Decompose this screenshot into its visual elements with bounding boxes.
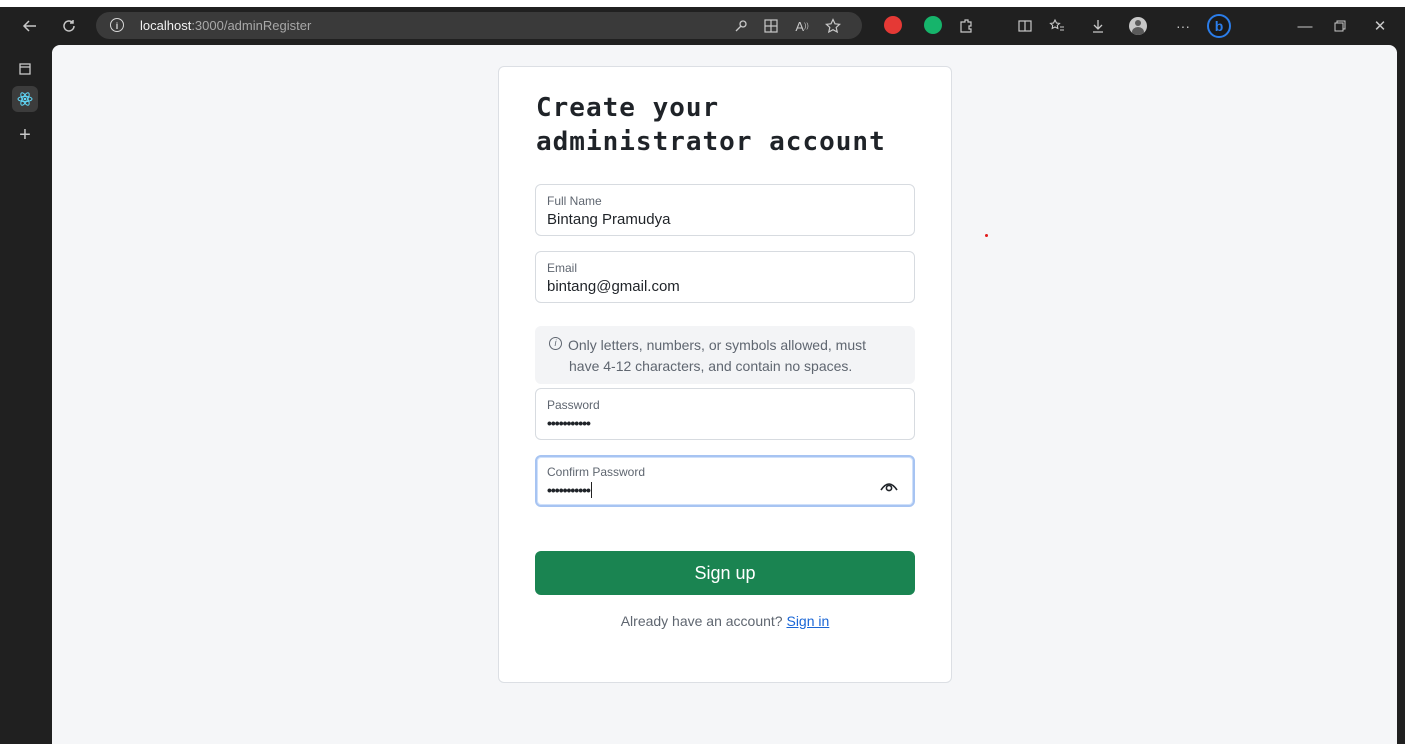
confirm-password-value: ••••••••••• — [547, 482, 591, 498]
fullname-input[interactable]: Bintang Pramudya — [547, 211, 670, 228]
apps-icon[interactable] — [758, 13, 784, 39]
info-icon[interactable]: i — [110, 18, 124, 32]
password-field[interactable]: Password ••••••••••• — [535, 388, 915, 440]
email-input[interactable]: bintang@gmail.com — [547, 278, 680, 295]
confirm-password-field[interactable]: Confirm Password ••••••••••• — [535, 455, 915, 507]
page-title: Create your administrator account — [536, 91, 916, 159]
key-icon[interactable] — [728, 13, 754, 39]
extension-red-icon[interactable] — [884, 16, 902, 34]
minimize-icon[interactable]: — — [1290, 13, 1320, 39]
signin-prompt: Already have an account? Sign in — [535, 613, 915, 629]
url-host: localhost — [140, 18, 192, 33]
text-caret — [590, 482, 592, 498]
hint-line-2: have 4-12 characters, and contain no spa… — [569, 358, 853, 374]
more-menu-icon[interactable]: ··· — [1170, 13, 1196, 39]
cursor-dot — [985, 234, 988, 237]
signin-prompt-text: Already have an account? — [620, 613, 783, 629]
new-tab-plus-icon[interactable]: + — [12, 122, 38, 148]
confirm-password-label: Confirm Password — [547, 465, 646, 479]
signin-link[interactable]: Sign in — [786, 613, 829, 629]
info-icon: i — [549, 337, 562, 350]
fullname-field[interactable]: Full Name Bintang Pramudya — [535, 184, 915, 236]
favorites-icon[interactable] — [1044, 13, 1070, 39]
close-icon[interactable]: ✕ — [1365, 13, 1395, 39]
password-label: Password — [547, 398, 600, 412]
back-arrow-icon[interactable] — [17, 13, 43, 39]
email-label: Email — [547, 261, 578, 275]
title-line-2: administrator account — [536, 127, 886, 157]
grammarly-icon[interactable] — [924, 16, 942, 34]
url-text[interactable]: localhost:3000/adminRegister — [140, 18, 311, 33]
hint-text: Only letters, numbers, or symbols allowe… — [568, 335, 888, 377]
restore-icon[interactable] — [1325, 13, 1355, 39]
password-input[interactable]: ••••••••••• — [547, 415, 591, 431]
confirm-password-input[interactable]: ••••••••••• — [547, 482, 592, 498]
password-hint: i Only letters, numbers, or symbols allo… — [535, 326, 915, 384]
page-viewport: Create your administrator account Full N… — [52, 45, 1397, 744]
register-card: Create your administrator account Full N… — [498, 66, 952, 683]
bing-copilot-icon[interactable]: b — [1206, 13, 1232, 39]
vertical-tabs-sidebar: + — [0, 52, 52, 744]
profile-avatar-icon[interactable] — [1125, 13, 1151, 39]
react-tab-icon[interactable] — [12, 86, 38, 112]
split-screen-icon[interactable] — [1012, 13, 1038, 39]
window-right-edge — [1397, 52, 1405, 744]
favorite-star-icon[interactable] — [820, 13, 846, 39]
extensions-icon[interactable] — [953, 13, 979, 39]
title-line-1: Create your — [536, 93, 720, 123]
downloads-icon[interactable] — [1085, 13, 1111, 39]
show-password-eye-icon[interactable] — [879, 479, 899, 493]
hint-line-1: Only letters, numbers, or symbols allowe… — [568, 337, 866, 353]
url-path: :3000/adminRegister — [191, 18, 312, 33]
email-field[interactable]: Email bintang@gmail.com — [535, 251, 915, 303]
tab-actions-icon[interactable] — [12, 56, 38, 82]
signup-button[interactable]: Sign up — [535, 551, 915, 595]
fullname-label: Full Name — [547, 194, 602, 208]
read-aloud-icon[interactable]: A)) — [789, 13, 815, 39]
window-top-edge — [0, 0, 1405, 7]
refresh-icon[interactable] — [56, 13, 82, 39]
